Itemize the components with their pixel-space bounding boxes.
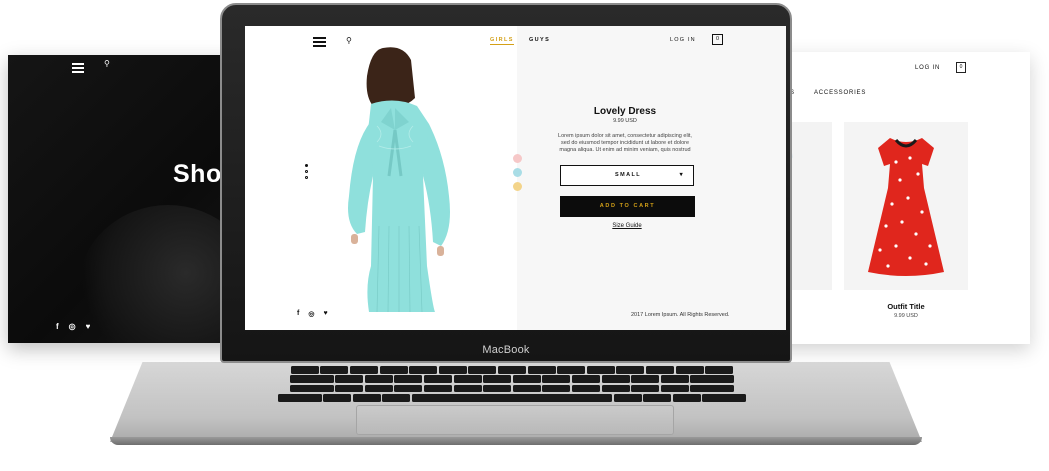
product-photo-panel: [245, 26, 517, 330]
color-swatches: [513, 154, 522, 191]
social-links: f ◎ ♥: [297, 310, 328, 318]
product-description: Lorem ipsum dolor sit amet, consectetur …: [558, 133, 692, 153]
menu-icon[interactable]: [72, 63, 84, 75]
search-icon[interactable]: ⚲: [346, 36, 352, 45]
login-link[interactable]: LOG IN: [915, 65, 940, 71]
nav-girls[interactable]: GIRLS: [490, 37, 514, 45]
carousel-dot[interactable]: [305, 176, 308, 179]
laptop-brand-label: MacBook: [482, 344, 530, 356]
product-title[interactable]: Outfit Title: [844, 302, 968, 311]
keyboard: [162, 366, 862, 404]
social-links: f ◎ ♥: [56, 322, 90, 331]
facebook-icon[interactable]: f: [297, 310, 299, 318]
color-swatch-blue[interactable]: [513, 168, 522, 177]
catalog-website-preview: LOG IN 0 S ACCESSORIES Outfit Title 9.99…: [760, 52, 1030, 344]
red-dress-image: [868, 138, 944, 276]
size-select[interactable]: SMALL ▾: [560, 165, 694, 186]
twitter-icon[interactable]: ♥: [323, 310, 327, 318]
category-link-accessories[interactable]: ACCESSORIES: [814, 90, 866, 96]
size-select-value: SMALL: [615, 172, 641, 178]
color-swatch-yellow[interactable]: [513, 182, 522, 191]
model-photo: [348, 47, 450, 313]
chevron-down-icon: ▾: [679, 172, 684, 178]
product-price: 9.99 USD: [894, 313, 918, 319]
color-swatch-pink[interactable]: [513, 154, 522, 163]
size-guide-link[interactable]: Size Guide: [560, 223, 694, 229]
image-carousel-dots[interactable]: [305, 164, 308, 179]
laptop-base-edge: [110, 437, 922, 445]
facebook-icon[interactable]: f: [56, 322, 59, 331]
carousel-dot[interactable]: [305, 170, 308, 173]
cart-icon[interactable]: 0: [956, 62, 966, 73]
search-icon[interactable]: ⚲: [104, 59, 110, 68]
product-page-screen: ⚲ GIRLS GUYS LOG IN 0 f ◎ ♥ Lovely Dress…: [245, 26, 786, 330]
twitter-icon[interactable]: ♥: [86, 322, 91, 331]
product-tile-red-dress[interactable]: [844, 122, 968, 290]
instagram-icon[interactable]: ◎: [69, 322, 76, 331]
menu-icon[interactable]: [313, 37, 326, 49]
trackpad: [356, 405, 674, 435]
cart-icon[interactable]: 0: [712, 34, 723, 45]
login-link[interactable]: LOG IN: [670, 37, 696, 43]
add-to-cart-button[interactable]: ADD TO CART: [560, 196, 695, 217]
product-price: 9.99 USD: [613, 118, 637, 124]
product-title: Lovely Dress: [593, 106, 657, 117]
carousel-dot-active[interactable]: [305, 164, 308, 167]
copyright-text: 2017 Lorem Ipsum. All Rights Reserved.: [631, 312, 730, 318]
instagram-icon[interactable]: ◎: [308, 310, 314, 318]
nav-guys[interactable]: GUYS: [529, 37, 550, 43]
